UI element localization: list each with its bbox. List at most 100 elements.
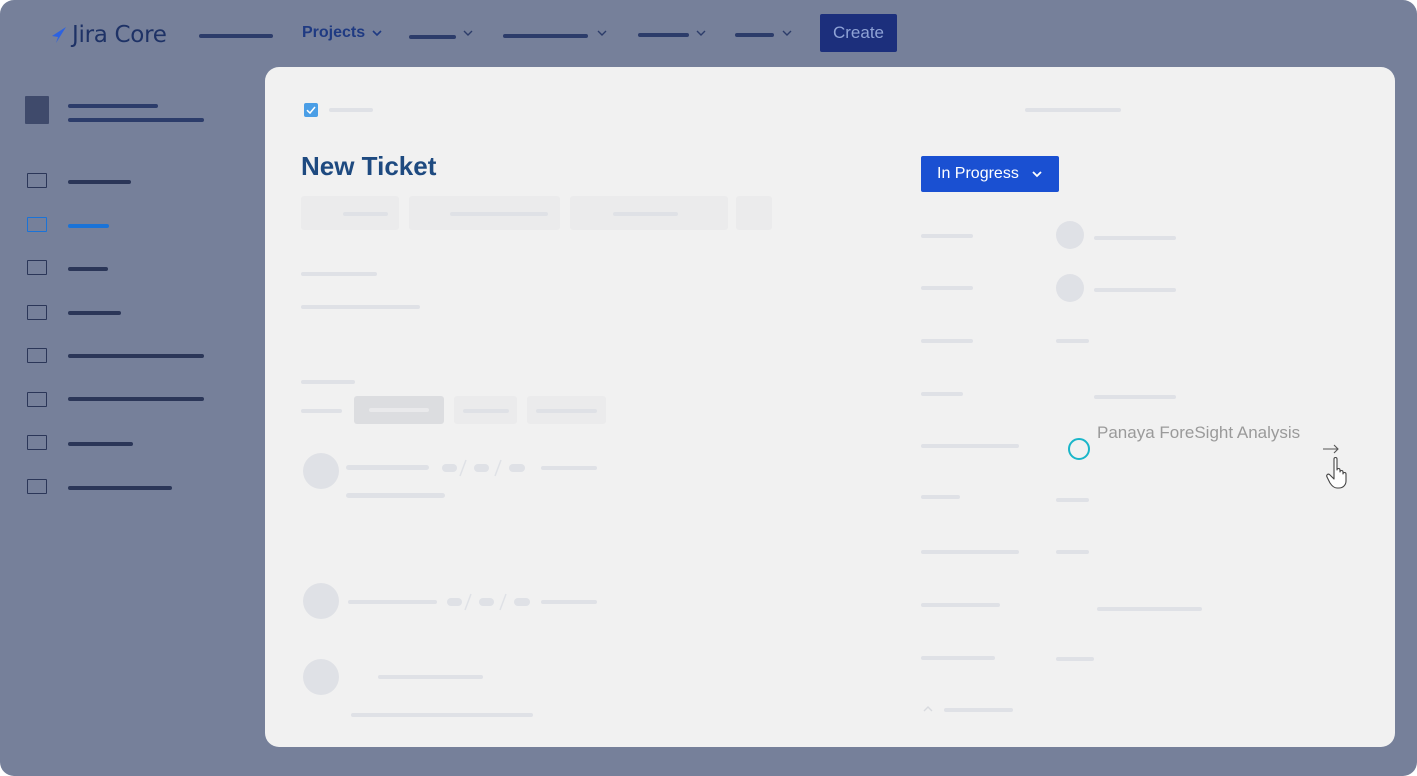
field-label-placeholder: [921, 339, 973, 343]
sidebar-item-icon: [27, 217, 47, 232]
field-label-placeholder: [921, 603, 1000, 607]
comment-meta-placeholder: [442, 464, 457, 472]
sidebar-item[interactable]: [27, 173, 227, 193]
comment-meta-placeholder: [479, 598, 494, 606]
ticket-panel: New Ticket In Progress Panaya ForeSight …: [265, 67, 1395, 747]
avatar[interactable]: [303, 583, 339, 619]
field-value-placeholder: [1056, 498, 1089, 502]
separator-slash: [499, 593, 507, 611]
avatar[interactable]: [1056, 274, 1084, 302]
avatar[interactable]: [1056, 221, 1084, 249]
jira-core-logo[interactable]: Jira Core: [50, 20, 167, 50]
foresight-status-ring: [1068, 438, 1090, 460]
field-value-placeholder: [1056, 550, 1089, 554]
action-button-label-placeholder: [343, 212, 388, 216]
activity-tab-label-placeholder: [536, 409, 597, 413]
app-frame: Jira Core Projects Create New Ticket In …: [0, 0, 1417, 776]
activity-tab-label-placeholder: [369, 408, 429, 412]
field-value-placeholder: [1056, 339, 1089, 343]
sidebar-item[interactable]: [27, 392, 227, 412]
comment-meta-placeholder: [474, 464, 489, 472]
arrow-right-icon[interactable]: [1322, 443, 1340, 455]
project-avatar[interactable]: [25, 96, 49, 124]
sidebar-item-label-placeholder: [68, 442, 133, 446]
field-value-placeholder: [1097, 607, 1202, 611]
sidebar-item[interactable]: [27, 305, 227, 325]
field-value-placeholder: [1094, 288, 1176, 292]
nav-item-placeholder[interactable]: [735, 33, 774, 37]
activity-tab-label-placeholder: [463, 409, 509, 413]
sidebar-item-label-placeholder: [68, 311, 121, 315]
field-label-placeholder: [921, 656, 995, 660]
sidebar-item-label-placeholder: [68, 354, 204, 358]
hand-pointer-icon: [1326, 456, 1347, 489]
sidebar-item-active[interactable]: [27, 217, 227, 237]
sidebar-item-icon: [27, 348, 47, 363]
sidebar-item[interactable]: [27, 479, 227, 499]
sidebar-item-icon: [27, 305, 47, 320]
sidebar-item-icon: [27, 392, 47, 407]
comment-author-placeholder: [348, 600, 437, 604]
status-dropdown-button[interactable]: In Progress: [921, 156, 1059, 192]
nav-item-placeholder[interactable]: [199, 34, 273, 38]
action-button-label-placeholder: [450, 212, 548, 216]
avatar[interactable]: [303, 453, 339, 489]
sidebar-item[interactable]: [27, 260, 227, 280]
sidebar-item[interactable]: [27, 348, 227, 368]
chevron-up-icon[interactable]: [922, 704, 934, 714]
description-text-placeholder: [301, 305, 420, 309]
chevron-down-icon: [1032, 171, 1042, 178]
breadcrumb-placeholder[interactable]: [329, 108, 373, 112]
nav-item-placeholder[interactable]: [503, 34, 588, 38]
comment-text-placeholder: [346, 493, 445, 498]
sidebar-item-label-placeholder: [68, 486, 172, 490]
nav-projects[interactable]: Projects: [302, 24, 383, 42]
field-label-placeholder: [921, 550, 1019, 554]
comment-meta-placeholder: [447, 598, 462, 606]
separator-slash: [459, 459, 467, 477]
checkbox-icon: [304, 103, 318, 117]
show-more-placeholder[interactable]: [944, 708, 1013, 712]
field-label-placeholder: [921, 234, 973, 238]
chevron-down-icon: [463, 30, 473, 36]
project-type-placeholder: [68, 118, 204, 122]
activity-show-placeholder: [301, 409, 342, 413]
sidebar-item-icon: [27, 260, 47, 275]
comment-meta-placeholder: [514, 598, 530, 606]
jira-logo-icon: [52, 27, 66, 43]
comment-meta-placeholder: [509, 464, 525, 472]
comment-date-placeholder: [541, 600, 597, 604]
field-label-placeholder: [921, 392, 963, 396]
comment-author-placeholder: [378, 675, 483, 679]
action-button-label-placeholder: [613, 212, 678, 216]
header-placeholder: [1025, 108, 1121, 112]
nav-projects-label: Projects: [302, 24, 366, 41]
nav-item-placeholder[interactable]: [638, 33, 689, 37]
project-name-placeholder: [68, 104, 158, 108]
field-label-placeholder: [921, 444, 1019, 448]
sidebar-item-label-placeholder: [68, 224, 109, 228]
sidebar-item-label-placeholder: [68, 267, 108, 271]
chevron-down-icon: [782, 30, 792, 36]
sidebar-item-label-placeholder: [68, 180, 131, 184]
foresight-analysis-link[interactable]: Panaya ForeSight Analysis: [1097, 423, 1300, 443]
action-button-placeholder[interactable]: [736, 196, 772, 230]
field-value-placeholder: [1094, 395, 1176, 399]
sidebar-item-icon: [27, 173, 47, 188]
status-label: In Progress: [937, 165, 1019, 182]
page-title: New Ticket: [301, 151, 437, 181]
chevron-down-icon: [597, 30, 607, 36]
sidebar-item[interactable]: [27, 435, 227, 455]
sidebar-item-icon: [27, 479, 47, 494]
chevron-down-icon: [696, 30, 706, 36]
description-label-placeholder: [301, 272, 377, 276]
create-button[interactable]: Create: [820, 14, 897, 52]
avatar[interactable]: [303, 659, 339, 695]
nav-item-placeholder[interactable]: [409, 35, 456, 39]
separator-slash: [494, 459, 502, 477]
logo-text: Jira Core: [72, 22, 167, 48]
comment-text-placeholder: [351, 713, 533, 717]
sidebar-item-label-placeholder: [68, 397, 204, 401]
field-label-placeholder: [921, 495, 960, 499]
chevron-down-icon: [372, 30, 382, 37]
